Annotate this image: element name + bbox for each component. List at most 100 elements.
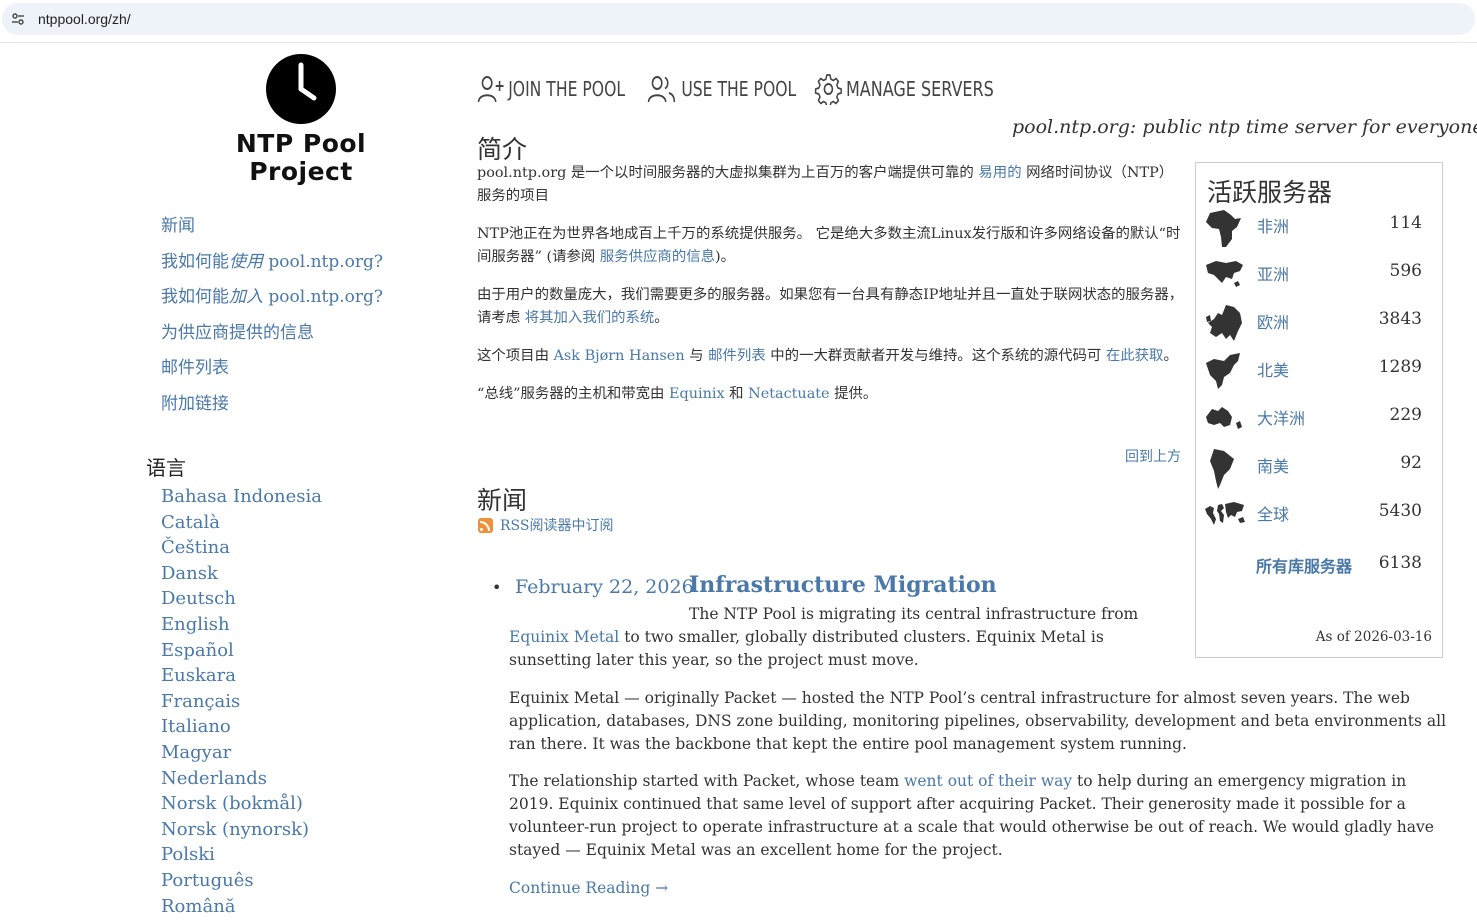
zone-link[interactable]: 全球: [1257, 501, 1289, 525]
easy-to-use-link[interactable]: 易用的: [978, 165, 1021, 181]
zone-row-asia: 亚洲 596: [1204, 253, 1434, 297]
news-paragraph: The relationship started with Packet, wh…: [509, 770, 1449, 861]
intro-text: 这个项目由: [477, 348, 554, 364]
zone-count: 3843: [1378, 309, 1422, 329]
language-link[interactable]: Euskara: [161, 663, 322, 689]
mailing-list-link[interactable]: 邮件列表: [708, 348, 766, 364]
zone-count: 114: [1389, 213, 1422, 233]
tagline: pool.ntp.org: public ntp time server for…: [1012, 116, 1477, 138]
intro-text: “总线”服务器的主机和带宽由: [477, 386, 669, 402]
manage-servers-label: MANAGE SERVERS: [846, 77, 994, 101]
language-link[interactable]: Deutsch: [161, 586, 322, 612]
all-pool-servers-link[interactable]: 所有库服务器: [1256, 553, 1352, 577]
language-link[interactable]: Norsk (nynorsk): [161, 817, 322, 843]
intro-paragraph: 由于用户的数量庞大，我们需要更多的服务器。如果您有一台具有静态IP地址并且一直处…: [477, 284, 1187, 330]
manage-servers-button[interactable]: MANAGE SERVERS: [814, 72, 994, 106]
intro-paragraph: NTP池正在为世界各地成百上千万的系统提供服务。 它是绝大多数主流Linux发行…: [477, 223, 1187, 269]
zone-link[interactable]: 大洋洲: [1257, 405, 1305, 429]
languages-heading: 语言: [146, 456, 186, 480]
language-link[interactable]: Magyar: [161, 740, 322, 766]
browser-address-bar: ntppool.org/zh/: [0, 0, 1477, 43]
sidebar-item-use-post: pool.ntp.org?: [263, 251, 384, 272]
language-link[interactable]: Polski: [161, 842, 322, 868]
language-link[interactable]: Română: [161, 894, 322, 920]
intro-paragraph: “总线”服务器的主机和带宽由 Equinix 和 Netactuate 提供。: [477, 383, 1187, 406]
url-field[interactable]: ntppool.org/zh/: [2, 3, 1475, 35]
sidebar-item-use-pre: 我如何能: [161, 251, 229, 272]
zone-count: 92: [1400, 453, 1422, 473]
zone-link[interactable]: 非洲: [1257, 213, 1289, 237]
news-headline-link[interactable]: Infrastructure Migration: [689, 572, 997, 598]
news-heading: 新闻: [477, 486, 528, 515]
zone-link[interactable]: 亚洲: [1257, 261, 1289, 285]
intro-paragraph: pool.ntp.org 是一个以时间服务器的大虚拟集群为上百万的客户端提供可靠…: [477, 162, 1187, 208]
users-icon: [647, 76, 676, 103]
language-link[interactable]: Norsk (bokmål): [161, 791, 322, 817]
site-settings-icon[interactable]: [11, 12, 25, 26]
language-list: Bahasa Indonesia Català Čeština Dansk De…: [161, 484, 322, 919]
sidebar-item-join-pool[interactable]: 我如何能加入 pool.ntp.org?: [161, 283, 383, 319]
sidebar-item-vendors[interactable]: 为供应商提供的信息: [161, 319, 383, 355]
intro-section: pool.ntp.org 是一个以时间服务器的大虚拟集群为上百万的客户端提供可靠…: [477, 162, 1187, 421]
sidebar-item-use-pool[interactable]: 我如何能使用 pool.ntp.org?: [161, 248, 383, 284]
sidebar-item-mailing-lists[interactable]: 邮件列表: [161, 354, 383, 390]
back-to-top-link[interactable]: 回到上方: [1125, 446, 1181, 466]
zone-row-africa: 非洲 114: [1204, 205, 1434, 249]
sidebar-item-news[interactable]: 新闻: [161, 212, 383, 248]
use-pool-button[interactable]: USE THE POOL: [647, 72, 796, 106]
user-plus-icon: [477, 76, 504, 103]
language-link[interactable]: Bahasa Indonesia: [161, 484, 322, 510]
zone-count: 596: [1389, 261, 1422, 281]
zone-link[interactable]: 南美: [1257, 453, 1289, 477]
news-date[interactable]: February 22, 2026: [515, 576, 694, 598]
language-link[interactable]: Italiano: [161, 714, 322, 740]
logo-line-1: NTP Pool: [235, 129, 367, 158]
sidebar-item-links[interactable]: 附加链接: [161, 390, 383, 426]
join-pool-button[interactable]: JOIN THE POOL: [477, 72, 625, 106]
language-link[interactable]: Français: [161, 689, 322, 715]
language-link[interactable]: Dansk: [161, 561, 322, 587]
news-text: The relationship started with Packet, wh…: [509, 772, 905, 791]
zone-link[interactable]: 欧洲: [1257, 309, 1289, 333]
news-body: Equinix Metal — originally Packet — host…: [509, 687, 1449, 899]
language-link[interactable]: Català: [161, 510, 322, 536]
sidebar-item-join-em: 加入: [229, 287, 263, 308]
clock-logo-icon[interactable]: [264, 52, 338, 126]
equinix-metal-link[interactable]: Equinix Metal: [509, 628, 619, 646]
continue-reading-link[interactable]: Continue Reading →: [509, 877, 1449, 900]
south-america-map-icon: [1210, 449, 1234, 489]
list-bullet: •: [492, 578, 502, 597]
rss-subscribe-link[interactable]: RSS阅读器中订阅: [478, 515, 613, 535]
intro-heading: 简介: [477, 135, 528, 164]
sidebar-item-join-post: pool.ntp.org?: [263, 287, 384, 308]
netactuate-link[interactable]: Netactuate: [748, 386, 829, 402]
ask-link[interactable]: Ask Bjørn Hansen: [554, 348, 685, 364]
africa-map-icon: [1206, 210, 1241, 247]
sidebar-item-use-em: 使用: [229, 251, 263, 272]
rss-icon: [478, 517, 493, 533]
zone-row-north-america: 北美 1289: [1204, 349, 1434, 393]
join-link[interactable]: 将其加入我们的系统: [525, 310, 655, 326]
language-link[interactable]: Nederlands: [161, 766, 322, 792]
join-pool-label: JOIN THE POOL: [508, 77, 626, 101]
logo-wordmark[interactable]: NTP Pool Project: [220, 130, 382, 186]
went-out-link[interactable]: went out of their way: [904, 772, 1072, 790]
zone-row-south-america: 南美 92: [1204, 445, 1434, 489]
language-link[interactable]: Español: [161, 638, 322, 664]
zone-link[interactable]: 北美: [1257, 357, 1289, 381]
world-map-icon: [1205, 502, 1245, 525]
language-link[interactable]: Português: [161, 868, 322, 894]
intro-paragraph: 这个项目由 Ask Bjørn Hansen 与 邮件列表 中的一大群贡献者开发…: [477, 345, 1187, 368]
sidebar-item-join-pre: 我如何能: [161, 287, 229, 308]
rss-label: RSS阅读器中订阅: [500, 518, 614, 534]
total-servers-count: 6138: [1378, 553, 1422, 573]
equinix-link[interactable]: Equinix: [669, 386, 725, 402]
vendor-info-link[interactable]: 服务供应商的信息: [600, 249, 715, 265]
language-link[interactable]: English: [161, 612, 322, 638]
sidebar-nav: 新闻 我如何能使用 pool.ntp.org? 我如何能加入 pool.ntp.…: [161, 212, 383, 426]
news-paragraph: Equinix Metal — originally Packet — host…: [509, 689, 1447, 753]
news-paragraph: The NTP Pool is migrating its central in…: [509, 603, 1169, 671]
source-code-link[interactable]: 在此获取: [1106, 348, 1164, 364]
url-text[interactable]: ntppool.org/zh/: [38, 11, 131, 27]
language-link[interactable]: Čeština: [161, 535, 322, 561]
